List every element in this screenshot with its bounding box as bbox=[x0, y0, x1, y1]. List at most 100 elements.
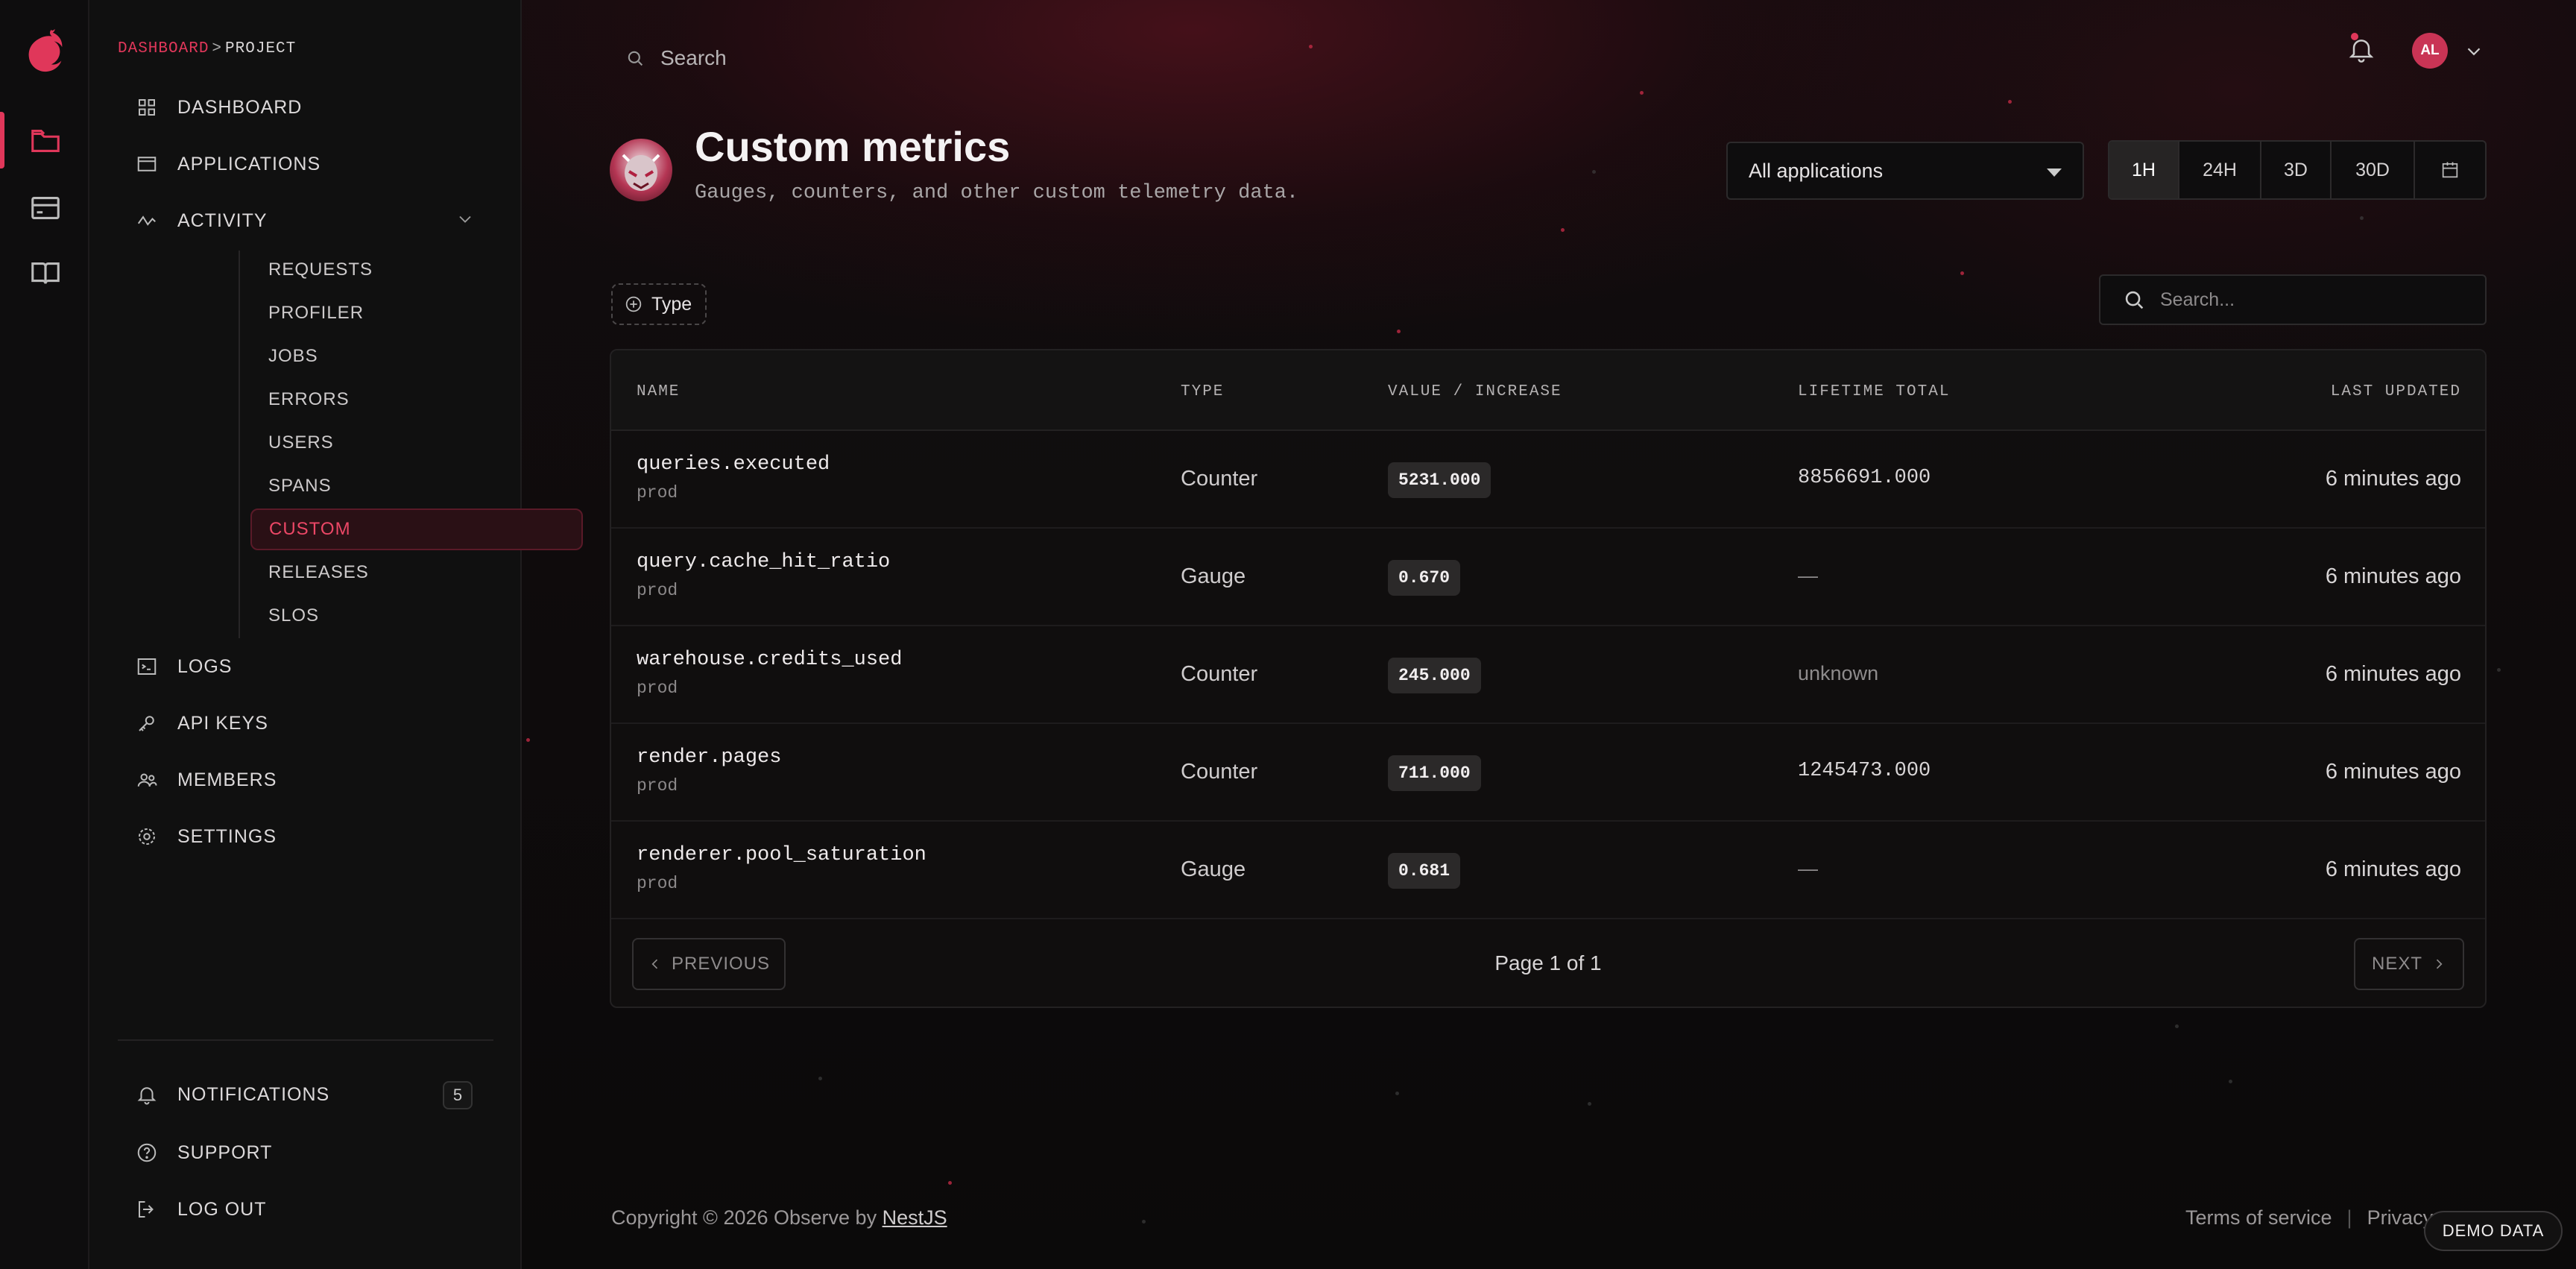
chevron-down-icon[interactable] bbox=[455, 209, 476, 230]
sidebar-sub-custom[interactable]: CUSTOM bbox=[250, 508, 583, 550]
sidebar-item-support[interactable]: SUPPORT bbox=[136, 1138, 272, 1168]
decor-dot bbox=[1561, 228, 1565, 232]
sidebar-sub-requests[interactable]: REQUESTS bbox=[268, 255, 373, 285]
breadcrumb-dashboard[interactable]: DASHBOARD bbox=[118, 40, 209, 57]
sidebar-sub-errors[interactable]: ERRORS bbox=[268, 385, 350, 415]
card-icon[interactable] bbox=[28, 191, 63, 225]
metric-name: renderer.pool_saturation bbox=[637, 844, 926, 866]
decor-dot bbox=[2360, 216, 2364, 220]
range-30d-button[interactable]: 30D bbox=[2332, 142, 2415, 198]
rail-active-indicator bbox=[0, 112, 4, 169]
grid-icon bbox=[136, 96, 158, 119]
table-row[interactable]: warehouse.credits_used prod Counter 245.… bbox=[611, 626, 2485, 724]
sidebar-item-notifications[interactable]: NOTIFICATIONS bbox=[136, 1080, 329, 1109]
sidebar-item-label: DASHBOARD bbox=[177, 96, 303, 118]
sidebar-item-label: LOG OUT bbox=[177, 1198, 267, 1220]
terms-link[interactable]: Terms of service bbox=[2185, 1206, 2332, 1229]
next-page-button[interactable]: NEXT bbox=[2354, 938, 2464, 990]
sidebar: DASHBOARD > PROJECT DASHBOARD APPLICATIONS… bbox=[89, 0, 583, 1269]
search-icon bbox=[628, 51, 643, 66]
sidebar-item-members[interactable]: MEMBERS bbox=[136, 765, 277, 795]
footer-copyright: Copyright © 2026 Observe by NestJS bbox=[611, 1206, 947, 1229]
metric-env: prod bbox=[637, 483, 678, 503]
decor-dot bbox=[2008, 100, 2012, 104]
column-header-last-updated[interactable]: LAST UPDATED bbox=[2331, 383, 2461, 400]
metric-lifetime-total: 8856691.000 bbox=[1798, 467, 1931, 489]
column-header-name[interactable]: NAME bbox=[637, 383, 680, 400]
sidebar-item-logout[interactable]: LOG OUT bbox=[136, 1194, 267, 1224]
terminal-icon bbox=[136, 655, 158, 678]
nestjs-link[interactable]: NestJS bbox=[883, 1206, 947, 1229]
icon-rail bbox=[0, 0, 89, 1269]
breadcrumb-project[interactable]: PROJECT bbox=[225, 40, 296, 57]
table-search-input[interactable]: Search... bbox=[2099, 274, 2487, 325]
page-subtitle: Gauges, counters, and other custom telem… bbox=[695, 182, 1299, 204]
metric-type: Counter bbox=[1181, 467, 1258, 491]
logout-icon bbox=[136, 1198, 158, 1221]
window-icon bbox=[136, 153, 158, 175]
column-header-value[interactable]: VALUE / INCREASE bbox=[1388, 383, 1562, 400]
decor-dot bbox=[948, 1181, 952, 1185]
sidebar-item-activity[interactable]: ACTIVITY bbox=[136, 206, 268, 236]
metric-value-badge: 0.681 bbox=[1388, 853, 1461, 889]
sidebar-item-settings[interactable]: SETTINGS bbox=[136, 822, 277, 851]
metric-lifetime-total: — bbox=[1798, 857, 1818, 880]
table-row[interactable]: render.pages prod Counter 711.000 124547… bbox=[611, 724, 2485, 822]
table-header: NAME TYPE VALUE / INCREASE LIFETIME TOTA… bbox=[611, 350, 2485, 431]
nestjs-logo-icon[interactable] bbox=[22, 27, 69, 73]
sidebar-sub-jobs[interactable]: JOBS bbox=[268, 341, 318, 371]
table-row[interactable]: query.cache_hit_ratio prod Gauge 0.670 —… bbox=[611, 529, 2485, 626]
decor-dot bbox=[2497, 668, 2501, 672]
sidebar-sub-releases[interactable]: RELEASES bbox=[268, 558, 369, 588]
date-picker-button[interactable] bbox=[2415, 142, 2485, 198]
column-header-type[interactable]: TYPE bbox=[1181, 383, 1224, 400]
table-row[interactable]: queries.executed prod Counter 5231.000 8… bbox=[611, 431, 2485, 529]
demo-data-badge[interactable]: DEMO DATA bbox=[2424, 1211, 2563, 1251]
column-header-lifetime-total[interactable]: LIFETIME TOTAL bbox=[1798, 383, 1950, 400]
sidebar-sub-slos[interactable]: SLOS bbox=[268, 601, 319, 631]
sidebar-sub-profiler[interactable]: PROFILER bbox=[268, 298, 364, 328]
global-search-placeholder: Search bbox=[660, 46, 727, 69]
chevron-down-icon[interactable] bbox=[2463, 40, 2485, 63]
metric-value-badge: 5231.000 bbox=[1388, 462, 1491, 498]
gear-icon bbox=[136, 825, 158, 848]
sidebar-item-label: SETTINGS bbox=[177, 825, 277, 847]
privacy-link[interactable]: Privacy bbox=[2367, 1206, 2434, 1229]
users-icon bbox=[136, 769, 158, 791]
sidebar-sub-users[interactable]: USERS bbox=[268, 428, 334, 458]
metric-env: prod bbox=[637, 776, 678, 796]
folder-icon[interactable] bbox=[28, 124, 63, 158]
activity-icon bbox=[136, 210, 158, 232]
sidebar-item-label: API KEYS bbox=[177, 712, 268, 734]
sidebar-item-dashboard[interactable]: DASHBOARD bbox=[136, 92, 302, 122]
type-filter-chip[interactable]: Type bbox=[611, 283, 707, 325]
metric-env: prod bbox=[637, 874, 678, 893]
table-row[interactable]: renderer.pool_saturation prod Gauge 0.68… bbox=[611, 822, 2485, 919]
sidebar-item-logs[interactable]: LOGS bbox=[136, 652, 232, 681]
sidebar-sub-spans[interactable]: SPANS bbox=[268, 471, 332, 501]
metric-name: queries.executed bbox=[637, 453, 830, 476]
copyright-text: Copyright © 2026 Observe by bbox=[611, 1206, 883, 1229]
page-indicator: Page 1 of 1 bbox=[1494, 951, 1602, 974]
metric-lifetime-total: — bbox=[1798, 564, 1818, 587]
avatar[interactable]: AL bbox=[2412, 33, 2448, 69]
metric-last-updated: 6 minutes ago bbox=[2325, 564, 2461, 588]
metrics-table: NAME TYPE VALUE / INCREASE LIFETIME TOTA… bbox=[610, 349, 2487, 1008]
application-select[interactable]: All applications bbox=[1726, 142, 2084, 200]
footer-links: Terms of service | Privacy bbox=[2185, 1206, 2433, 1229]
metric-name: query.cache_hit_ratio bbox=[637, 551, 891, 573]
decor-dot bbox=[818, 1077, 822, 1080]
sidebar-item-label: APPLICATIONS bbox=[177, 153, 321, 174]
sidebar-item-applications[interactable]: APPLICATIONS bbox=[136, 149, 321, 179]
metric-name: render.pages bbox=[637, 746, 782, 769]
metric-last-updated: 6 minutes ago bbox=[2325, 857, 2461, 881]
notifications-count-badge: 5 bbox=[443, 1081, 473, 1109]
bell-icon bbox=[136, 1083, 158, 1106]
sidebar-item-api-keys[interactable]: API KEYS bbox=[136, 708, 268, 738]
range-3d-button[interactable]: 3D bbox=[2261, 142, 2332, 198]
book-icon[interactable] bbox=[28, 256, 63, 291]
metric-lifetime-total: 1245473.000 bbox=[1798, 760, 1931, 782]
range-24h-button[interactable]: 24H bbox=[2179, 142, 2261, 198]
range-1h-button[interactable]: 1H bbox=[2109, 142, 2179, 198]
global-search[interactable]: Search bbox=[625, 42, 727, 75]
